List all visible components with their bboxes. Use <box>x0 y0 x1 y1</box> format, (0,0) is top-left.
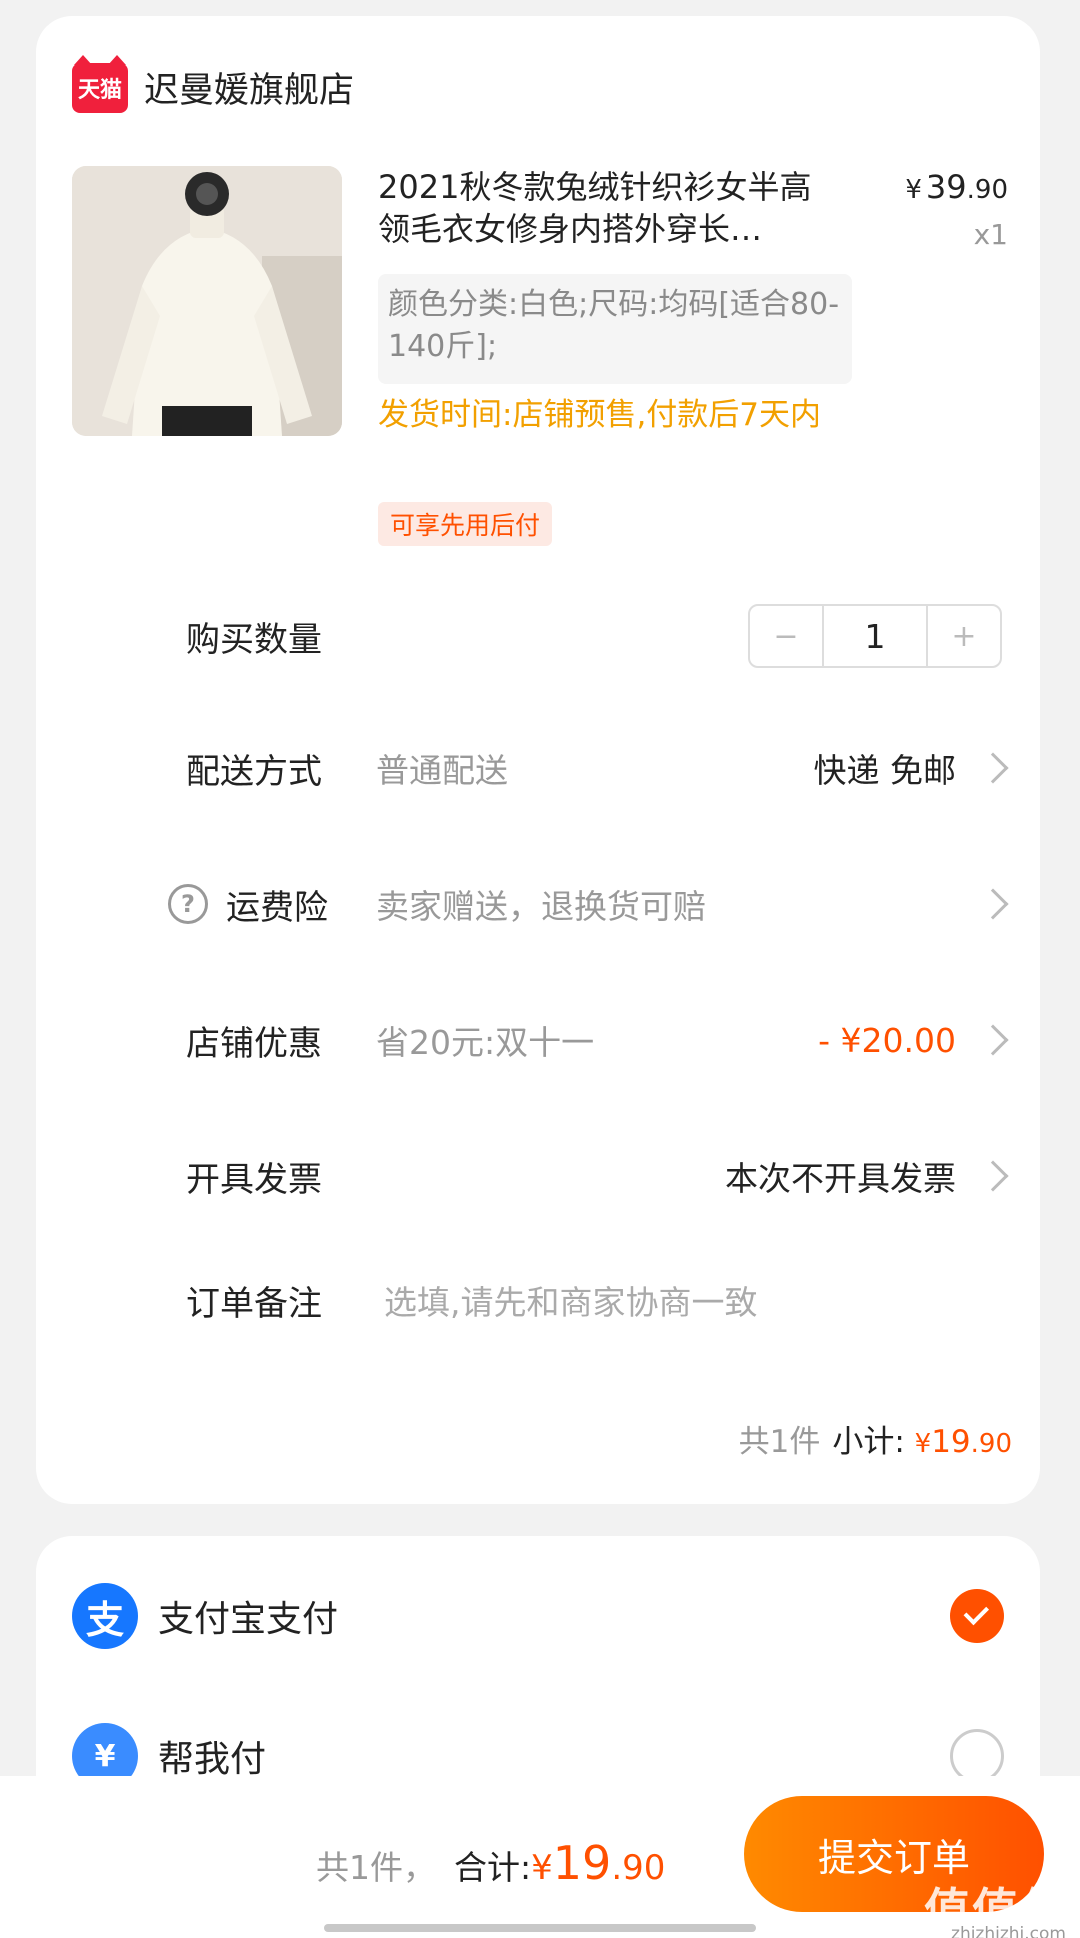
insurance-label: 运费险 <box>226 887 328 928</box>
product-image[interactable] <box>72 166 342 436</box>
subtotal: 共1件 小计: ¥19.90 <box>739 1416 1012 1461</box>
discount-sub: 省20元:双十一 <box>376 1023 595 1062</box>
home-indicator[interactable] <box>324 1924 756 1932</box>
invoice-row[interactable]: 开具发票 本次不开具发票 <box>36 1136 1040 1216</box>
shop-name[interactable]: 迟曼媛旗舰店 <box>144 62 354 113</box>
product-price: ¥39.90 <box>905 168 1008 206</box>
subtotal-count: 共1件 <box>738 1424 821 1460</box>
discount-value: - ¥20.00 <box>818 1020 956 1060</box>
quantity-plus-button[interactable]: + <box>928 606 1000 666</box>
shop-header[interactable]: 天猫 迟曼媛旗舰店 <box>72 54 354 113</box>
product-quantity: x1 <box>973 218 1008 251</box>
insurance-sub: 卖家赠送，退换货可赔 <box>376 887 706 926</box>
insurance-row[interactable]: ? 运费险 卖家赠送，退换货可赔 <box>36 864 1040 944</box>
quantity-input[interactable]: 1 <box>822 606 928 666</box>
total-count: 共1件， <box>316 1848 436 1887</box>
chevron-right-icon <box>977 1160 1009 1192</box>
quantity-row: 购买数量 − 1 + <box>36 596 1040 676</box>
quantity-stepper: − 1 + <box>748 604 1002 668</box>
quantity-label: 购买数量 <box>186 619 322 660</box>
note-row: 订单备注 选填,请先和商家协商一致 <box>36 1260 1040 1340</box>
order-total: 共1件， 合计:¥19.90 <box>316 1836 665 1890</box>
radio-icon[interactable] <box>950 1729 1004 1783</box>
tmall-badge-text: 天猫 <box>77 77 122 103</box>
note-input[interactable]: 选填,请先和商家协商一致 <box>384 1276 758 1324</box>
invoice-value: 本次不开具发票 <box>725 1159 956 1198</box>
payment-option-alipay[interactable]: 支 支付宝支付 <box>72 1576 1004 1656</box>
sku-selector[interactable]: 颜色分类:白色;尺码:均码[适合80-140斤]; <box>378 274 852 384</box>
pay-later-tag: 可享先用后付 <box>378 502 553 546</box>
tmall-logo: 天猫 <box>72 54 128 113</box>
delivery-sub: 普通配送 <box>376 751 508 790</box>
delivery-value: 快递 免邮 <box>813 751 957 790</box>
delivery-label: 配送方式 <box>186 751 322 792</box>
ship-time: 发货时间:店铺预售,付款后7天内 <box>378 397 822 433</box>
alipay-label: 支付宝支付 <box>158 1599 339 1640</box>
total-amount: ¥19.90 <box>531 1836 666 1890</box>
sweater-photo <box>72 166 342 436</box>
quantity-minus-button[interactable]: − <box>750 606 822 666</box>
chevron-right-icon <box>977 752 1009 784</box>
product-price-area: ¥39.90 x1 <box>905 168 1008 251</box>
watermark-site: zhizhizhi.com <box>951 1924 1066 1938</box>
order-card: 天猫 迟曼媛旗舰店 2021秋冬款兔绒针织衫女半高领毛衣女修身内搭外穿长… ¥3… <box>36 16 1040 1504</box>
discount-label: 店铺优惠 <box>186 1023 322 1064</box>
subtotal-amount: ¥19.90 <box>914 1424 1012 1460</box>
discount-row[interactable]: 店铺优惠 省20元:双十一 - ¥20.00 <box>36 1000 1040 1080</box>
helper-pay-label: 帮我付 <box>158 1739 267 1780</box>
note-label: 订单备注 <box>186 1283 322 1324</box>
chevron-right-icon <box>977 888 1009 920</box>
bottom-bar: 共1件， 合计:¥19.90 提交订单 值值值 zhizhizhi.com <box>0 1776 1080 1938</box>
product-title[interactable]: 2021秋冬款兔绒针织衫女半高领毛衣女修身内搭外穿长… <box>378 166 818 250</box>
chevron-right-icon <box>977 1024 1009 1056</box>
alipay-icon: 支 <box>72 1583 138 1649</box>
help-icon[interactable]: ? <box>168 884 208 924</box>
total-label: 合计: <box>454 1848 532 1887</box>
invoice-label: 开具发票 <box>186 1159 322 1200</box>
delivery-row[interactable]: 配送方式 普通配送 快递 免邮 <box>36 728 1040 808</box>
check-icon[interactable] <box>950 1589 1004 1643</box>
subtotal-label: 小计: <box>832 1424 905 1460</box>
